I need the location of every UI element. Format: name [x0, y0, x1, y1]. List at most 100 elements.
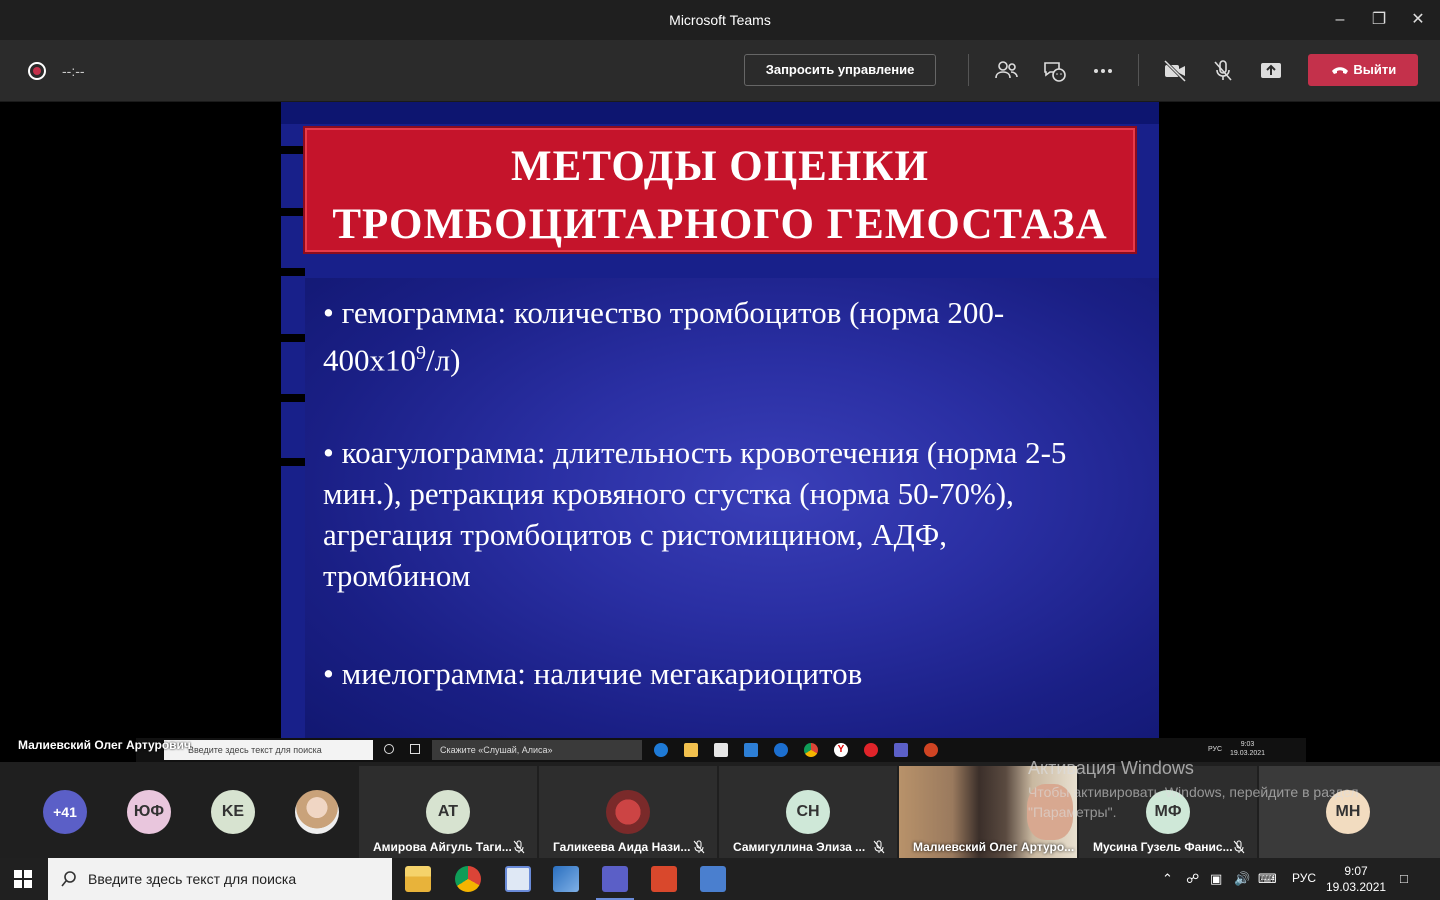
shared-explorer-icon [684, 743, 698, 757]
participant-photo-avatar [606, 790, 650, 834]
mic-off-icon [513, 840, 525, 854]
shared-yandex-icon: Y [834, 743, 848, 757]
volume-icon[interactable]: 🔊 [1234, 871, 1250, 887]
leave-label: Выйти [1353, 62, 1397, 77]
participant-avatar[interactable]: ЮФ [127, 790, 171, 834]
slide-decor-strip [281, 146, 305, 154]
shared-store-icon [714, 743, 728, 757]
taskbar-time: 9:07 [1344, 864, 1368, 878]
bullet-coagulogram-line1: • коагулограмма: длительность кровотечен… [323, 435, 1067, 470]
request-control-button[interactable]: Запросить управление [744, 54, 936, 86]
presentation-slide: МЕТОДЫ ОЦЕНКИ ТРОМБОЦИТАРНОГО ГЕМОСТАЗА … [281, 102, 1159, 738]
participant-avatar: AT [426, 790, 470, 834]
camera-off-icon[interactable] [1160, 56, 1190, 86]
mic-off-icon [693, 840, 705, 854]
participant-tile[interactable]: Галикеева Аида Нази... [539, 766, 717, 858]
participant-name: Мусина Гузель Фанис... [1093, 840, 1233, 854]
maximize-button[interactable]: ❐ [1367, 8, 1391, 32]
mic-off-icon[interactable] [1208, 56, 1238, 86]
window-titlebar: Microsoft Teams – ❐ ✕ [0, 0, 1440, 40]
participant-tile[interactable]: AT Амирова Айгуль Таги... [359, 766, 537, 858]
language-indicator[interactable]: РУС [1292, 871, 1316, 885]
slide-decor-strip [281, 334, 305, 342]
tray-meet-icon[interactable]: ☍ [1186, 871, 1199, 887]
shared-time: 9:03 [1240, 741, 1255, 748]
shared-powerpoint-icon [924, 743, 938, 757]
file-explorer-icon[interactable] [405, 866, 431, 892]
participants-icon[interactable] [992, 56, 1022, 86]
shared-screen-search: Введите здесь текст для поиска [164, 740, 373, 760]
windows-start-icon[interactable] [14, 870, 32, 888]
photos-icon[interactable] [553, 866, 579, 892]
bullet-myelogram: • миелограмма: наличие мегакариоцитов [323, 656, 863, 691]
taskbar-date: 19.03.2021 [1326, 880, 1387, 894]
participant-photo-avatar[interactable] [295, 790, 339, 834]
slide-decor-strip [281, 394, 305, 402]
toolbar-divider [1138, 54, 1139, 86]
shared-edge-icon [654, 743, 668, 757]
remote-desktop-icon[interactable] [505, 866, 531, 892]
close-button[interactable]: ✕ [1406, 8, 1430, 32]
participant-name: Амирова Айгуль Таги... [373, 840, 512, 854]
more-options-icon[interactable] [1088, 56, 1118, 86]
meeting-toolbar: --:-- Запросить управление Выйти [0, 40, 1440, 102]
search-icon [61, 871, 76, 887]
shared-date: 19.03.2021 [1230, 750, 1266, 757]
shared-opera-icon [864, 743, 878, 757]
bullet-hemogram-line2: 400х109/л) [323, 333, 1153, 380]
taskbar-search-input[interactable]: Введите здесь текст для поиска [48, 858, 392, 900]
network-icon[interactable]: ▣ [1210, 871, 1222, 887]
participant-avatar: CH [786, 790, 830, 834]
taskbar-search-placeholder: Введите здесь текст для поиска [88, 871, 297, 887]
shared-teams-icon [894, 743, 908, 757]
toolbar-divider [968, 54, 969, 86]
shared-clock: 9:03 19.03.2021 [1230, 740, 1265, 758]
keyboard-icon[interactable]: ⌨ [1258, 871, 1277, 887]
shared-cortana-icon [384, 744, 394, 754]
window-title: Microsoft Teams [669, 12, 771, 28]
snipping-tool-icon[interactable] [700, 866, 726, 892]
taskbar-clock[interactable]: 9:07 19.03.2021 [1326, 863, 1386, 895]
notifications-icon[interactable]: □ [1400, 871, 1408, 886]
presenter-name: Малиевский Олег Артурович [18, 738, 191, 752]
slide-content: • гемограмма: количество тромбоцитов (но… [305, 278, 1159, 738]
slide-title-box: МЕТОДЫ ОЦЕНКИ ТРОМБОЦИТАРНОГО ГЕМОСТАЗА [305, 128, 1135, 252]
overflow-participants-button[interactable]: +41 [43, 790, 87, 834]
share-screen-icon[interactable] [1256, 56, 1286, 86]
bullet-coagulogram-line4: тромбином [323, 558, 471, 593]
minimize-button[interactable]: – [1328, 8, 1352, 32]
bullet-hemogram-value: 400х10 [323, 342, 416, 378]
bullet-coagulogram-line2: мин.), ретракция кровяного сгустка (норм… [323, 476, 1014, 511]
shared-ie-icon [774, 743, 788, 757]
slide-decor-strip [281, 208, 305, 216]
meeting-timer: --:-- [62, 63, 85, 79]
chat-reactions-icon[interactable] [1040, 56, 1070, 86]
slide-decor-strip [281, 268, 305, 276]
slide-title: МЕТОДЫ ОЦЕНКИ ТРОМБОЦИТАРНОГО ГЕМОСТАЗА [307, 138, 1133, 254]
bullet-hemogram: • гемограмма: количество тромбоцитов (но… [323, 292, 1153, 380]
presentation-app-icon[interactable] [651, 866, 677, 892]
bullet-coagulogram: • коагулограмма: длительность кровотечен… [323, 432, 1153, 596]
tray-chevron-icon[interactable]: ⌃ [1162, 871, 1173, 887]
participant-tile[interactable]: CH Самигуллина Элиза ... [719, 766, 897, 858]
participant-name: Самигуллина Элиза ... [733, 840, 866, 854]
activation-watermark-text: Чтобы активировать Windows, перейдите в … [1028, 784, 1359, 820]
phone-hangup-icon [1331, 67, 1348, 74]
slide-decor-strip [281, 458, 305, 466]
windows-taskbar: Введите здесь текст для поиска ⌃ ☍ ▣ 🔊 ⌨… [0, 858, 1440, 900]
teams-icon[interactable] [596, 866, 634, 900]
bullet-coagulogram-line3: агрегация тромбоцитов с ристомицином, АД… [323, 517, 948, 552]
activation-watermark-title: Активация Windows [1028, 758, 1194, 778]
mic-off-icon [1233, 840, 1245, 854]
leave-button[interactable]: Выйти [1308, 54, 1418, 86]
bullet-hemogram-line1: • гемограмма: количество тромбоцитов (но… [323, 295, 1005, 330]
chrome-icon[interactable] [455, 866, 481, 892]
shared-screen-stage: МЕТОДЫ ОЦЕНКИ ТРОМБОЦИТАРНОГО ГЕМОСТАЗА … [0, 102, 1440, 762]
participant-name: Галикеева Аида Нази... [553, 840, 691, 854]
participant-avatar[interactable]: KE [211, 790, 255, 834]
shared-taskview-icon [410, 744, 420, 754]
shared-chrome-icon [804, 743, 818, 757]
slide-top-band [281, 102, 1159, 124]
recording-icon [28, 62, 46, 80]
bullet-hemogram-unit: /л) [426, 342, 461, 378]
